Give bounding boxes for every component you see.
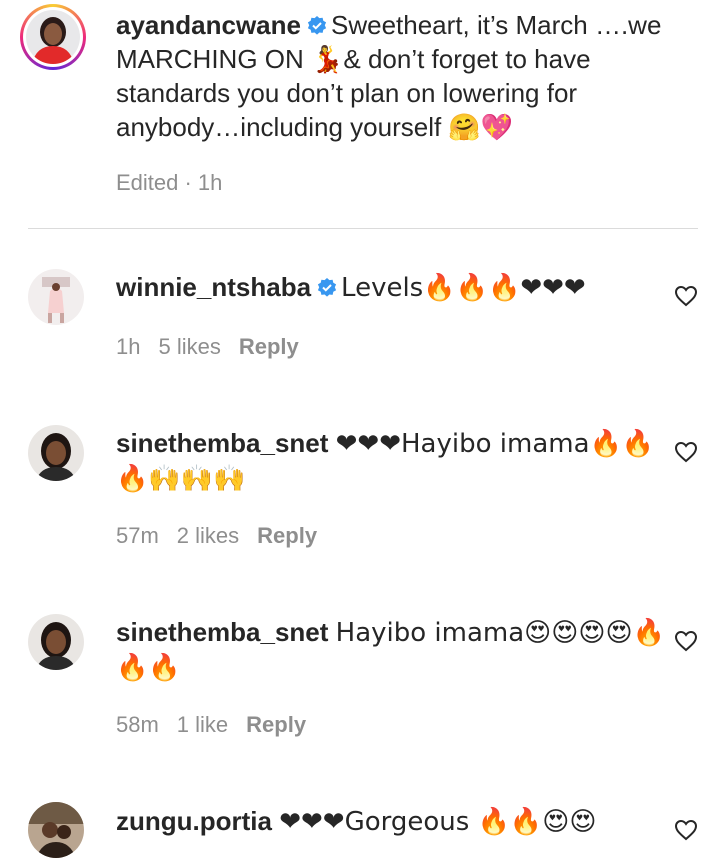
- avatar[interactable]: [28, 269, 84, 325]
- caption-avatar-ring[interactable]: [20, 4, 86, 70]
- avatar[interactable]: [28, 802, 84, 858]
- reply-button[interactable]: Reply: [239, 334, 299, 359]
- caption-username[interactable]: ayandancwane: [116, 10, 301, 40]
- comment-text: sinethemba_snet ❤❤❤Hayibo imama🔥🔥🔥🙌🙌🙌: [116, 426, 676, 496]
- comment-body: ❤❤❤Gorgeous 🔥🔥😍😍: [279, 807, 597, 837]
- comment-meta: 57m 2 likes Reply: [116, 523, 335, 549]
- like-heart-icon[interactable]: [674, 818, 698, 842]
- comment-username[interactable]: zungu.portia: [116, 806, 272, 836]
- comment-body: Levels🔥🔥🔥❤❤❤: [341, 273, 586, 303]
- caption-text: ayandancwane Sweetheart, it’s March ….we …: [116, 8, 676, 144]
- comment-likes[interactable]: 2 likes: [177, 523, 239, 548]
- comment-likes[interactable]: 1 like: [177, 712, 228, 737]
- avatar[interactable]: [28, 614, 84, 670]
- comment-time: 1h: [116, 334, 141, 359]
- comment-meta: 1h 5 likes Reply: [116, 334, 317, 360]
- comment-meta: 58m 1 like Reply: [116, 712, 324, 738]
- caption-meta: Edited · 1h: [116, 170, 223, 195]
- reply-button[interactable]: Reply: [257, 523, 317, 548]
- comment-time: 58m: [116, 712, 159, 737]
- like-heart-icon[interactable]: [674, 629, 698, 653]
- comment-username[interactable]: winnie_ntshaba: [116, 272, 311, 302]
- divider: [28, 228, 698, 229]
- reply-button[interactable]: Reply: [246, 712, 306, 737]
- verified-badge-icon: [317, 278, 337, 297]
- verified-badge-icon: [307, 16, 327, 35]
- avatar[interactable]: [28, 425, 84, 481]
- avatar: [26, 10, 80, 64]
- comment-username[interactable]: sinethemba_snet: [116, 428, 328, 458]
- comment-text: zungu.portia ❤❤❤Gorgeous 🔥🔥😍😍: [116, 804, 676, 839]
- like-heart-icon[interactable]: [674, 440, 698, 464]
- comment-text: winnie_ntshaba Levels🔥🔥🔥❤❤❤: [116, 270, 676, 305]
- like-heart-icon[interactable]: [674, 284, 698, 308]
- comment-username[interactable]: sinethemba_snet: [116, 617, 328, 647]
- comment-likes[interactable]: 5 likes: [158, 334, 220, 359]
- comment-time: 57m: [116, 523, 159, 548]
- comment-text: sinethemba_snet Hayibo imama😍😍😍😍🔥🔥🔥: [116, 615, 676, 685]
